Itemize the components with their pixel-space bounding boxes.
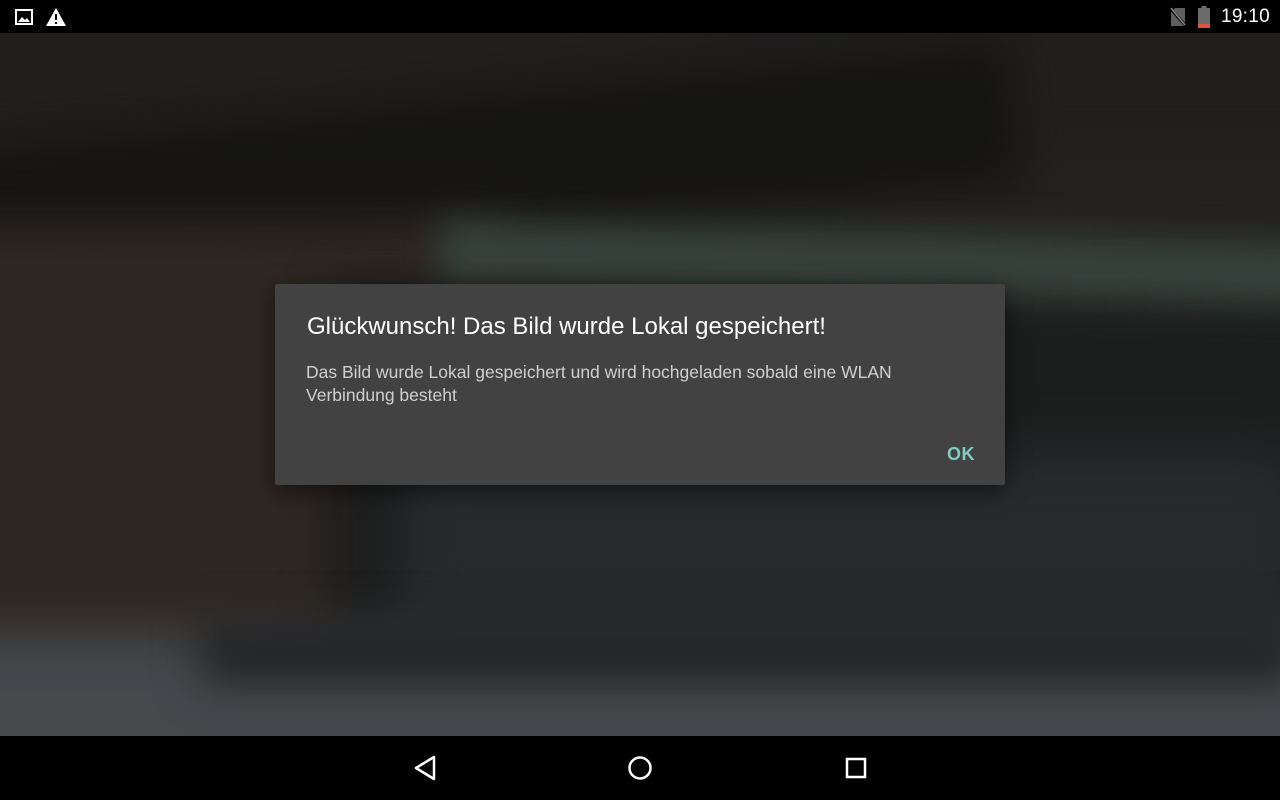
recents-button[interactable]: [824, 736, 888, 800]
status-clock: 19:10: [1220, 6, 1270, 27]
ok-button[interactable]: OK: [939, 436, 983, 472]
back-icon: [414, 755, 436, 781]
recents-icon: [845, 757, 867, 779]
dialog-title: Glückwunsch! Das Bild wurde Lokal gespei…: [307, 313, 826, 340]
home-icon: [628, 756, 652, 780]
navigation-bar: [0, 736, 1280, 800]
dialog-message: Das Bild wurde Lokal gespeichert und wir…: [306, 362, 892, 405]
no-sim-icon: [1168, 0, 1188, 33]
image-notification-icon: [14, 0, 34, 33]
battery-low-icon: [1196, 0, 1212, 33]
save-confirmation-dialog: Glückwunsch! Das Bild wurde Lokal gespei…: [275, 284, 1005, 485]
back-button[interactable]: [393, 736, 457, 800]
status-bar: 19:10: [0, 0, 1280, 33]
home-button[interactable]: [608, 736, 672, 800]
warning-icon: [44, 0, 68, 33]
screen: 19:10 Glückwunsch! Das Bild wurde Lokal …: [0, 0, 1280, 800]
